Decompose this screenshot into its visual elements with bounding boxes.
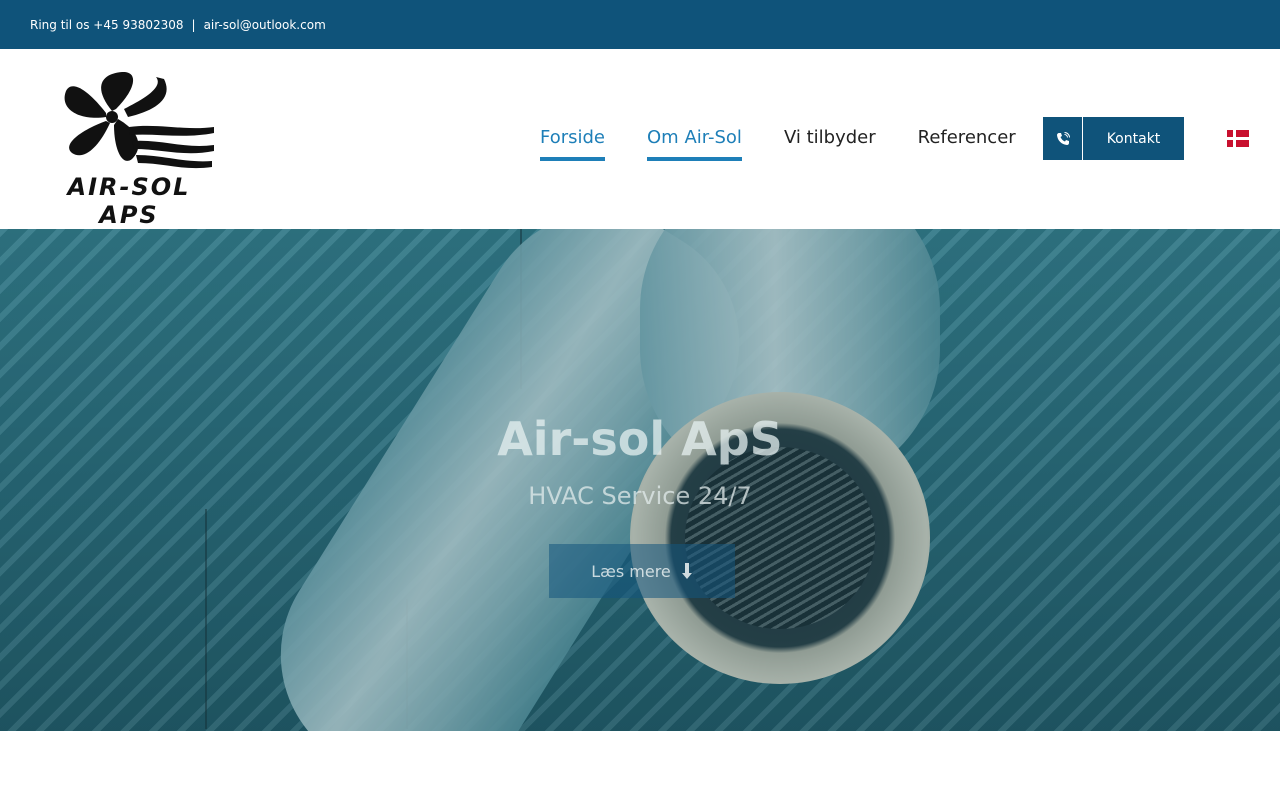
- denmark-flag-icon[interactable]: [1227, 130, 1249, 147]
- contact-button-label: Kontakt: [1083, 117, 1184, 160]
- arrow-down-icon: [681, 563, 692, 579]
- phone-icon: [1043, 117, 1083, 160]
- nav-item-vi-tilbyder[interactable]: Vi tilbyder: [784, 127, 876, 161]
- phone-text[interactable]: Ring til os +45 93802308: [30, 18, 184, 32]
- hero-overlay: [0, 229, 1280, 731]
- logo-text: AIR-SOL APS: [67, 173, 191, 229]
- read-more-button[interactable]: Læs mere: [549, 544, 735, 598]
- read-more-label: Læs mere: [591, 561, 671, 581]
- fan-icon: [64, 71, 214, 169]
- nav-item-forside[interactable]: Forside: [540, 127, 606, 161]
- nav-item-om-air-sol[interactable]: Om Air-Sol: [647, 127, 742, 161]
- site-header: AIR-SOL APS Forside Om Air-Sol Vi tilbyd…: [0, 49, 1280, 229]
- top-contact-bar: Ring til os +45 93802308 | air-sol@outlo…: [0, 0, 1280, 49]
- hero-banner: Air-sol ApS HVAC Service 24/7 Læs mere: [0, 229, 1280, 731]
- hero-subtitle: HVAC Service 24/7: [528, 482, 752, 510]
- logo[interactable]: AIR-SOL APS: [44, 69, 214, 229]
- nav-item-referencer[interactable]: Referencer: [918, 127, 1016, 161]
- separator: |: [191, 17, 196, 32]
- hero-title: Air-sol ApS: [497, 412, 783, 466]
- email-link[interactable]: air-sol@outlook.com: [204, 18, 326, 32]
- contact-button[interactable]: Kontakt: [1043, 117, 1184, 160]
- main-nav: Forside Om Air-Sol Vi tilbyder Reference…: [540, 127, 1016, 161]
